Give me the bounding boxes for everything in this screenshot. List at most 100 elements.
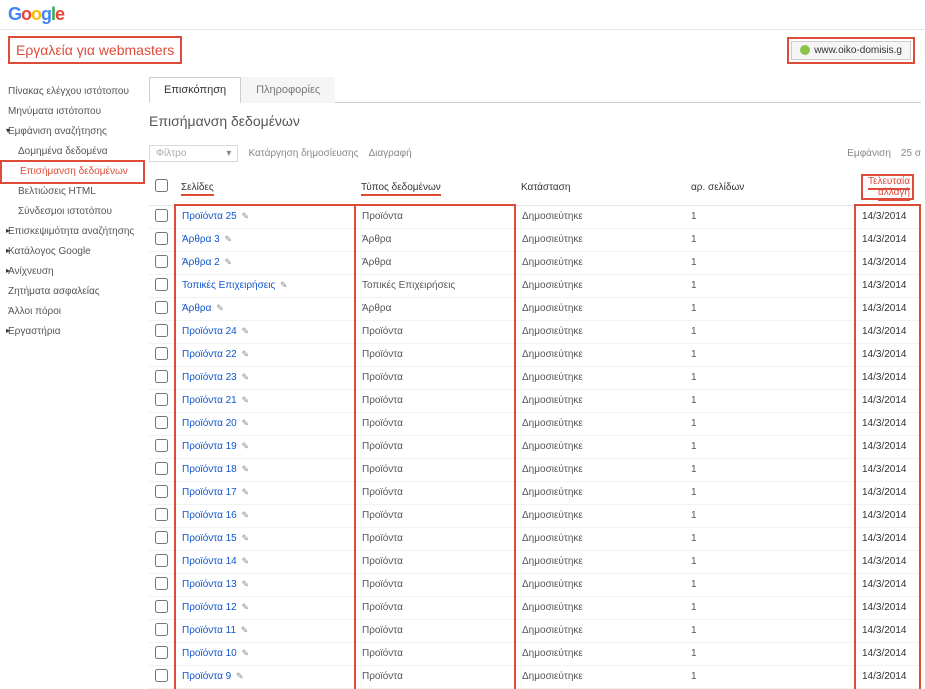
page-link[interactable]: Προϊόντα 24	[182, 326, 237, 337]
row-num: 1	[685, 251, 855, 274]
pencil-icon[interactable]: ✎	[242, 533, 250, 543]
row-type: Άρθρα	[355, 251, 515, 274]
pencil-icon[interactable]: ✎	[242, 648, 250, 658]
row-status: Δημοσιεύτηκε	[515, 366, 685, 389]
page-link[interactable]: Προϊόντα 15	[182, 533, 237, 544]
page-link[interactable]: Άρθρα 2	[182, 257, 220, 268]
pencil-icon[interactable]: ✎	[216, 303, 224, 313]
page-link[interactable]: Προϊόντα 13	[182, 579, 237, 590]
page-link[interactable]: Άρθρα	[182, 303, 211, 314]
page-link[interactable]: Άρθρα 3	[182, 234, 220, 245]
select-all-checkbox[interactable]	[155, 179, 168, 192]
page-link[interactable]: Προϊόντα 11	[182, 625, 236, 636]
row-checkbox[interactable]	[155, 646, 168, 659]
nav-item-5[interactable]: Βελτιώσεις HTML	[0, 182, 145, 202]
row-checkbox[interactable]	[155, 577, 168, 590]
page-link[interactable]: Προϊόντα 12	[182, 602, 237, 613]
page-link[interactable]: Προϊόντα 19	[182, 441, 237, 452]
page-link[interactable]: Προϊόντα 16	[182, 510, 237, 521]
nav-item-0[interactable]: Πίνακας ελέγχου ιστότοπου	[0, 82, 145, 102]
row-checkbox[interactable]	[155, 347, 168, 360]
pencil-icon[interactable]: ✎	[242, 395, 250, 405]
nav-item-3[interactable]: Δομημένα δεδομένα	[0, 142, 145, 162]
col-date[interactable]: Τελευταία αλλαγή	[868, 176, 910, 201]
pencil-icon[interactable]: ✎	[242, 349, 250, 359]
page-link[interactable]: Προϊόντα 22	[182, 349, 237, 360]
row-num: 1	[685, 389, 855, 412]
row-checkbox[interactable]	[155, 255, 168, 268]
row-checkbox[interactable]	[155, 232, 168, 245]
page-link[interactable]: Προϊόντα 18	[182, 464, 237, 475]
pencil-icon[interactable]: ✎	[242, 510, 250, 520]
pencil-icon[interactable]: ✎	[242, 441, 250, 451]
nav-item-2[interactable]: Εμφάνιση αναζήτησης	[0, 122, 145, 142]
tab-1[interactable]: Πληροφορίες	[241, 77, 335, 103]
nav-item-12[interactable]: Εργαστήρια	[0, 322, 145, 342]
google-logo: Google	[8, 4, 64, 24]
row-checkbox[interactable]	[155, 623, 168, 636]
nav-item-9[interactable]: Ανίχνευση	[0, 262, 145, 282]
delete-button[interactable]: Διαγραφή	[368, 148, 411, 159]
nav-item-1[interactable]: Μηνύματα ιστότοπου	[0, 102, 145, 122]
col-status[interactable]: Κατάσταση	[521, 182, 570, 193]
page-link[interactable]: Τοπικές Επιχειρήσεις	[182, 280, 275, 291]
page-link[interactable]: Προϊόντα 10	[182, 648, 237, 659]
nav-item-8[interactable]: Κατάλογος Google	[0, 242, 145, 262]
table-row: Τοπικές Επιχειρήσεις ✎Τοπικές Επιχειρήσε…	[149, 274, 920, 297]
pencil-icon[interactable]: ✎	[242, 211, 250, 221]
unpublish-button[interactable]: Κατάργηση δημοσίευσης	[248, 148, 358, 159]
pencil-icon[interactable]: ✎	[242, 602, 250, 612]
pencil-icon[interactable]: ✎	[242, 464, 250, 474]
nav-item-7[interactable]: Επισκεψιμότητα αναζήτησης	[0, 222, 145, 242]
row-checkbox[interactable]	[155, 462, 168, 475]
pencil-icon[interactable]: ✎	[242, 372, 250, 382]
row-checkbox[interactable]	[155, 301, 168, 314]
col-type[interactable]: Τύπος δεδομένων	[361, 182, 441, 196]
pencil-icon[interactable]: ✎	[242, 556, 250, 566]
row-checkbox[interactable]	[155, 370, 168, 383]
page-link[interactable]: Προϊόντα 17	[182, 487, 237, 498]
row-status: Δημοσιεύτηκε	[515, 550, 685, 573]
row-checkbox[interactable]	[155, 508, 168, 521]
data-table: Σελίδες Τύπος δεδομένων Κατάσταση αρ. σε…	[149, 170, 921, 689]
site-selector[interactable]: www.oiko-domisis.g	[791, 41, 911, 60]
pencil-icon[interactable]: ✎	[236, 671, 244, 681]
nav-item-6[interactable]: Σύνδεσμοι ιστοτόπου	[0, 202, 145, 222]
filter-input[interactable]: Φίλτρο ▾	[149, 145, 238, 162]
row-checkbox[interactable]	[155, 416, 168, 429]
page-link[interactable]: Προϊόντα 23	[182, 372, 237, 383]
pencil-icon[interactable]: ✎	[241, 625, 249, 635]
page-link[interactable]: Προϊόντα 9	[182, 671, 231, 682]
col-pages[interactable]: Σελίδες	[181, 182, 214, 196]
row-checkbox[interactable]	[155, 439, 168, 452]
nav-item-11[interactable]: Άλλοι πόροι	[0, 302, 145, 322]
pencil-icon[interactable]: ✎	[225, 257, 233, 267]
row-checkbox[interactable]	[155, 278, 168, 291]
pencil-icon[interactable]: ✎	[280, 280, 288, 290]
col-num[interactable]: αρ. σελίδων	[691, 182, 744, 193]
page-link[interactable]: Προϊόντα 21	[182, 395, 237, 406]
row-date: 14/3/2014	[855, 297, 920, 320]
tab-0[interactable]: Επισκόπηση	[149, 77, 241, 103]
row-checkbox[interactable]	[155, 324, 168, 337]
pencil-icon[interactable]: ✎	[242, 418, 250, 428]
display-label: Εμφάνιση	[847, 148, 891, 159]
nav-item-10[interactable]: Ζητήματα ασφαλείας	[0, 282, 145, 302]
row-checkbox[interactable]	[155, 669, 168, 682]
pencil-icon[interactable]: ✎	[242, 487, 250, 497]
pencil-icon[interactable]: ✎	[225, 234, 233, 244]
row-checkbox[interactable]	[155, 393, 168, 406]
page-link[interactable]: Προϊόντα 25	[182, 211, 237, 222]
row-checkbox[interactable]	[155, 554, 168, 567]
pencil-icon[interactable]: ✎	[242, 579, 250, 589]
page-link[interactable]: Προϊόντα 14	[182, 556, 237, 567]
table-row: Προϊόντα 22 ✎ΠροϊόνταΔημοσιεύτηκε114/3/2…	[149, 343, 920, 366]
page-link[interactable]: Προϊόντα 20	[182, 418, 237, 429]
row-checkbox[interactable]	[155, 600, 168, 613]
row-checkbox[interactable]	[155, 485, 168, 498]
table-row: Προϊόντα 18 ✎ΠροϊόνταΔημοσιεύτηκε114/3/2…	[149, 458, 920, 481]
nav-item-4[interactable]: Επισήμανση δεδομένων	[0, 160, 145, 184]
row-checkbox[interactable]	[155, 531, 168, 544]
row-checkbox[interactable]	[155, 209, 168, 222]
pencil-icon[interactable]: ✎	[242, 326, 250, 336]
